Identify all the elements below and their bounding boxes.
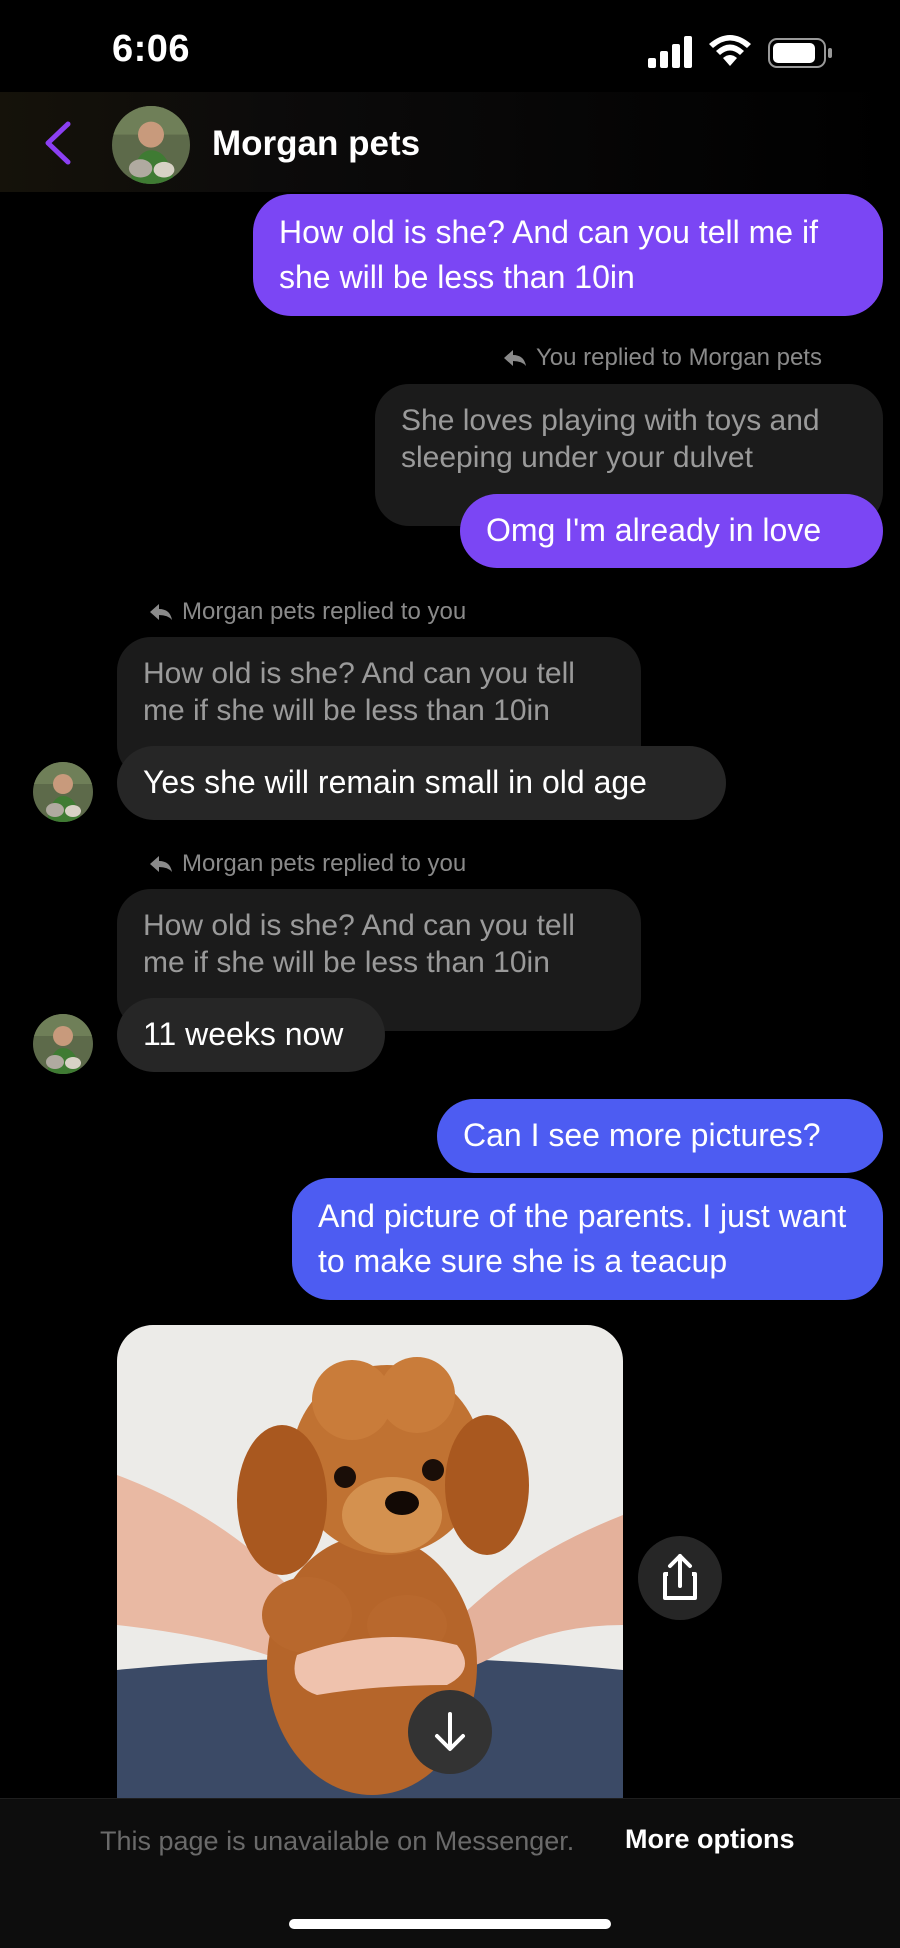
contact-name[interactable]: Morgan pets: [212, 124, 420, 164]
puppy-photo: [117, 1325, 623, 1800]
cellular-signal-icon: [648, 36, 692, 68]
reply-label-text: You replied to Morgan pets: [536, 344, 822, 371]
sender-avatar[interactable]: [33, 1014, 93, 1074]
message-text: 11 weeks now: [143, 1016, 344, 1052]
arrow-down-icon: [435, 1712, 465, 1751]
wifi-icon: [709, 35, 751, 66]
photo-message[interactable]: [117, 1325, 623, 1800]
message-text: Can I see more pictures?: [463, 1117, 821, 1153]
outgoing-message[interactable]: How old is she? And can you tell me if s…: [253, 194, 883, 316]
quoted-text: She loves playing with toys and sleeping…: [401, 404, 820, 474]
reply-label-text: Morgan pets replied to you: [182, 850, 467, 877]
home-indicator[interactable]: [289, 1919, 611, 1929]
more-options-link[interactable]: More options: [625, 1824, 795, 1855]
quoted-text: How old is she? And can you tell me if s…: [143, 657, 575, 727]
sender-avatar[interactable]: [33, 762, 93, 822]
outgoing-message[interactable]: Can I see more pictures?: [437, 1099, 883, 1173]
message-text: Yes she will remain small in old age: [143, 764, 647, 800]
reply-arrow-icon: [150, 856, 172, 872]
reply-arrow-icon: [504, 350, 526, 366]
quoted-text: How old is she? And can you tell me if s…: [143, 909, 575, 979]
chevron-left-icon[interactable]: [38, 118, 78, 168]
outgoing-message[interactable]: Omg I'm already in love: [460, 494, 883, 568]
message-text: How old is she? And can you tell me if s…: [279, 214, 818, 295]
scroll-to-bottom-button[interactable]: [408, 1690, 492, 1774]
reply-label-text: Morgan pets replied to you: [182, 598, 467, 625]
reply-context-label: Morgan pets replied to you: [148, 598, 466, 626]
incoming-message[interactable]: 11 weeks now: [117, 998, 385, 1072]
outgoing-message[interactable]: And picture of the parents. I just want …: [292, 1178, 883, 1300]
contact-avatar[interactable]: [112, 106, 190, 184]
reply-arrow-icon: [150, 604, 172, 620]
incoming-message[interactable]: Yes she will remain small in old age: [117, 746, 726, 820]
reply-context-label: Morgan pets replied to you: [148, 850, 466, 878]
status-time: 6:06: [112, 28, 191, 70]
message-text: And picture of the parents. I just want …: [318, 1198, 847, 1279]
message-text: Omg I'm already in love: [486, 512, 822, 548]
share-icon: [663, 1554, 697, 1600]
share-button[interactable]: [638, 1536, 722, 1620]
battery-icon: [768, 38, 832, 68]
unavailable-notice: This page is unavailable on Messenger.: [100, 1826, 575, 1856]
reply-context-label: You replied to Morgan pets: [502, 344, 822, 372]
